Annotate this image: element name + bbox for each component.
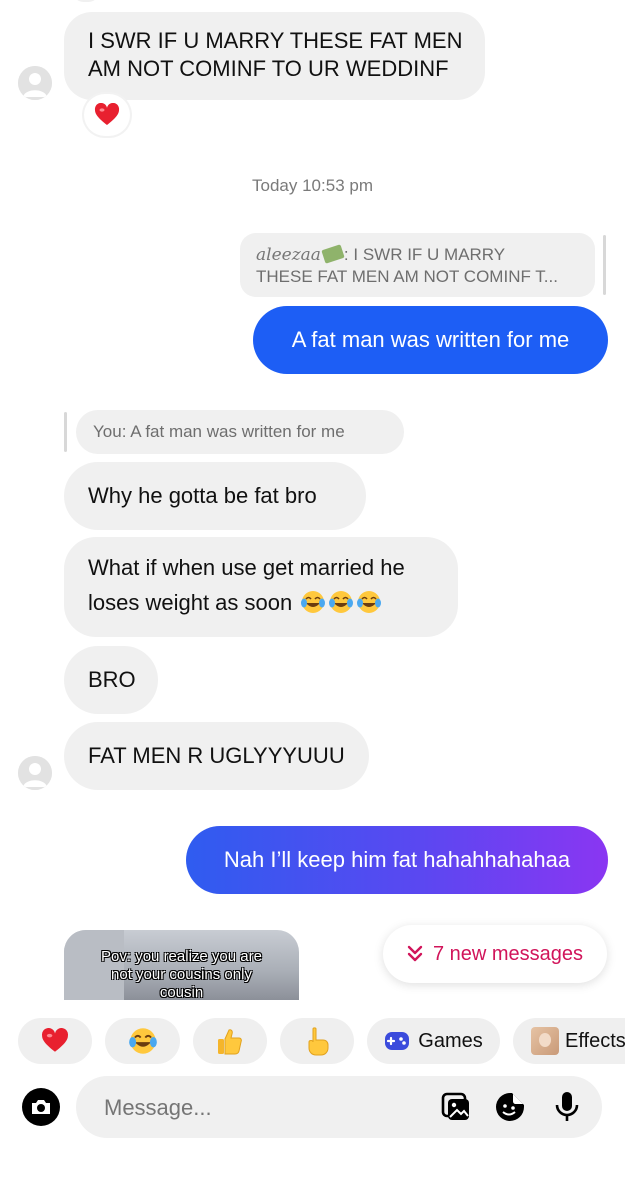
message-text-line: loses weight as soon — [88, 590, 299, 615]
sender-avatar[interactable] — [18, 756, 52, 790]
quick-reaction-heart[interactable] — [18, 1018, 92, 1064]
message-text: FAT MEN R UGLYYYUUU — [88, 743, 345, 768]
message-reaction[interactable] — [84, 94, 130, 136]
reply-quote-preview[interactable]: You: A fat man was written for me — [76, 410, 404, 454]
media-caption-line: Pov: you realize you are — [101, 948, 262, 965]
previous-message-edge — [72, 0, 100, 2]
microphone-icon[interactable] — [554, 1090, 580, 1124]
message-input-container[interactable] — [76, 1076, 602, 1140]
default-avatar-icon — [18, 756, 52, 790]
quoted-text: : I SWR IF U MARRY — [343, 245, 506, 264]
money-icon — [321, 244, 345, 264]
media-caption: Pov: you realize you are not your cousin… — [64, 948, 299, 1000]
new-messages-label: 7 new messages — [432, 942, 584, 965]
reply-quote-bar — [603, 235, 606, 295]
timestamp: Today 10:53 pm — [252, 176, 373, 195]
outgoing-message-bubble[interactable]: Nah I’ll keep him fat hahahhahahaa — [186, 826, 608, 894]
quoted-text-line2: THESE FAT MEN AM NOT COMINF T... — [256, 267, 558, 286]
new-messages-pill[interactable]: 7 new messages — [383, 925, 607, 983]
sender-avatar[interactable] — [18, 66, 52, 100]
game-controller-icon — [385, 1032, 410, 1050]
effects-thumbnail-icon — [531, 1027, 559, 1055]
default-avatar-icon — [18, 66, 52, 100]
sticker-icon[interactable] — [494, 1091, 526, 1123]
red-heart-icon — [42, 1028, 68, 1052]
outgoing-message-bubble[interactable]: A fat man was written for me — [253, 306, 608, 374]
camera-icon — [32, 1100, 50, 1114]
effects-label: Effects — [565, 1029, 625, 1052]
quoted-text: You: A fat man was written for me — [93, 422, 345, 441]
reply-quote-preview[interactable]: aleezaa : I SWR IF U MARRY THESE FAT MEN … — [240, 233, 595, 297]
pointing-hand-icon — [308, 1027, 329, 1056]
incoming-message-bubble[interactable]: FAT MEN R UGLYYYUUU — [64, 722, 369, 790]
message-text: Nah I’ll keep him fat hahahhahahaa — [223, 847, 571, 872]
media-caption-line: not your cousins only — [111, 966, 252, 983]
incoming-message-bubble[interactable]: What if when use get married he loses we… — [64, 537, 458, 637]
message-text: BRO — [88, 667, 136, 692]
message-text: Why he gotta be fat bro — [88, 483, 317, 508]
media-caption-line: cousin — [159, 984, 204, 1000]
shared-media-preview[interactable]: Pov: you realize you are not your cousin… — [64, 930, 299, 1000]
tears-of-joy-emoji-icon — [301, 591, 382, 613]
thumbs-up-icon — [218, 1029, 242, 1055]
red-heart-icon — [94, 103, 120, 125]
gallery-icon[interactable] — [440, 1091, 472, 1123]
tears-of-joy-emoji-icon — [128, 1028, 157, 1054]
quick-reaction-laugh[interactable] — [105, 1018, 180, 1064]
games-label: Games — [418, 1029, 483, 1052]
reply-quote-bar — [64, 412, 67, 452]
message-text-line: What if when use get married he — [88, 555, 405, 580]
quoted-username: aleezaa — [256, 245, 321, 265]
quick-reaction-thumbs-up[interactable] — [193, 1018, 267, 1064]
quick-reaction-point[interactable] — [280, 1018, 354, 1064]
games-button[interactable]: Games — [367, 1018, 500, 1064]
incoming-message-bubble[interactable]: Why he gotta be fat bro — [64, 462, 366, 530]
incoming-message-bubble[interactable]: I SWR IF U MARRY THESE FAT MEN AM NOT CO… — [64, 12, 485, 100]
double-chevron-down-icon — [407, 945, 423, 962]
message-input[interactable] — [102, 1076, 426, 1140]
message-text-line: AM NOT COMINF TO UR WEDDINF — [88, 56, 449, 81]
incoming-message-bubble[interactable]: BRO — [64, 646, 158, 714]
camera-button[interactable] — [22, 1088, 60, 1126]
effects-button[interactable]: Effects — [513, 1018, 625, 1064]
message-text: A fat man was written for me — [291, 327, 570, 352]
